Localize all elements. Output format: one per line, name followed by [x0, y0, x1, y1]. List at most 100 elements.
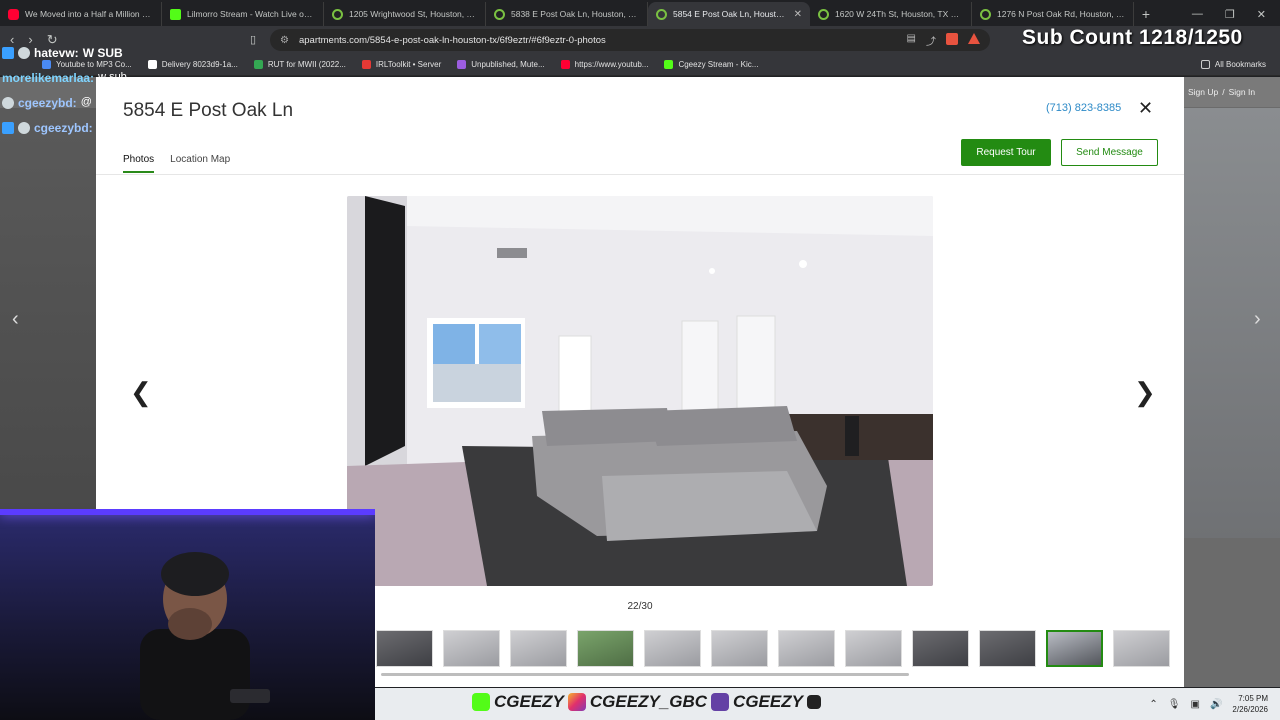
tab-photos[interactable]: Photos [123, 154, 155, 173]
system-tray: ⌃ 🎙 ▣ 🔊 7:05 PM 2/26/2026 [1149, 688, 1268, 720]
browser-tab-active[interactable]: 5854 E Post Oak Ln, Houston, TX ✕ [648, 2, 810, 26]
chat-message: cgeezybd: w [2, 117, 127, 138]
bookmark-favicon-icon [457, 60, 467, 69]
next-photo-icon[interactable]: ❯ [1134, 377, 1156, 408]
social-handle: CGEEZY [733, 692, 803, 711]
chat-username: cgeezybd: [18, 95, 77, 110]
close-tab-icon[interactable]: ✕ [794, 9, 802, 20]
photo-thumbnail[interactable] [979, 630, 1036, 667]
send-message-button[interactable]: Send Message [1061, 139, 1158, 166]
all-bookmarks[interactable]: All Bookmarks [1200, 60, 1280, 69]
chat-message: cgeezybd: @ [2, 92, 127, 113]
photo-thumbnail[interactable] [644, 630, 701, 667]
tab-title: We Moved into a Half a Million Dolla [25, 9, 153, 19]
previous-photo-icon[interactable]: ❮ [130, 377, 152, 408]
url-text: apartments.com/5854-e-post-oak-ln-housto… [298, 34, 606, 46]
chat-badge-icon [18, 46, 30, 59]
tab-title: 1205 Wrightwood St, Houston, TX 77 [349, 9, 477, 19]
rewards-icon[interactable] [968, 32, 980, 44]
listing-title: 5854 E Post Oak Ln [123, 100, 294, 121]
neon-light [0, 509, 375, 515]
photo-thumbnail-selected[interactable] [1046, 630, 1103, 667]
address-actions: ▤ ⤴ [907, 32, 980, 48]
drive-icon [253, 60, 263, 69]
instagram-icon [567, 693, 586, 711]
youtube-icon [8, 8, 19, 20]
photo-thumbnail[interactable] [577, 630, 634, 667]
sub-count-overlay: Sub Count 1218/1250 [1022, 26, 1243, 49]
social-handle: CGEEZY_GBC [589, 692, 708, 711]
photo-thumbnail[interactable] [510, 630, 567, 667]
bookmark-item[interactable]: RUT for MWII (2022... [253, 60, 346, 69]
chat-text: @ [80, 96, 92, 108]
clock-time: 7:05 PM [1238, 694, 1268, 703]
webcam-feed [0, 509, 375, 720]
close-icon[interactable]: ✕ [1138, 98, 1153, 119]
share-icon[interactable]: ⤴ [926, 33, 936, 48]
photo-thumbnail[interactable] [845, 630, 902, 667]
address-bar[interactable]: ⚙ apartments.com/5854-e-post-oak-ln-hous… [270, 29, 990, 51]
chat-username: morelikemarlaa: [2, 70, 95, 85]
bookmark-label: https://www.youtub... [574, 60, 649, 69]
bookmark-item[interactable]: IRLToolkit • Server [361, 60, 442, 69]
browser-tab[interactable]: Lilmorro Stream - Watch Live on Kick [162, 2, 324, 26]
separator: / [1222, 87, 1225, 97]
living-room-photo [347, 196, 933, 586]
microphone-icon[interactable]: 🎙 [1168, 699, 1181, 710]
chevron-up-icon[interactable]: ⌃ [1149, 699, 1157, 710]
sign-in-link[interactable]: Sign In [1229, 87, 1255, 97]
photo-thumbnail[interactable] [778, 630, 835, 667]
bookmark-item[interactable]: Cgeezy Stream - Kic... [664, 60, 758, 69]
bookmark-icon[interactable]: ▯ [250, 33, 256, 46]
tab-location-map[interactable]: Location Map [170, 154, 230, 173]
tab-title: 5854 E Post Oak Ln, Houston, TX [673, 9, 788, 19]
browser-tab-strip: We Moved into a Half a Million Dolla Lil… [0, 0, 1280, 26]
photo-thumbnail[interactable] [711, 630, 768, 667]
tab-title: 1276 N Post Oak Rd, Houston, TX 77 [997, 9, 1125, 19]
background-header: Sign Up / Sign In [1184, 77, 1280, 107]
reader-icon[interactable]: ▤ [907, 33, 916, 48]
bookmark-item[interactable]: Unpublished, Mute... [457, 60, 545, 69]
photo-thumbnail[interactable] [912, 630, 969, 667]
stream-chat-overlay: hatevw: W SUB morelikemarlaa: w sub cgee… [2, 42, 127, 142]
browser-tab[interactable]: 5838 E Post Oak Ln, Houston, TX 77 [486, 2, 648, 26]
network-icon[interactable]: ▣ [1191, 699, 1200, 710]
thumbnail-scrollbar[interactable] [381, 673, 909, 676]
all-bookmarks-label: All Bookmarks [1214, 60, 1266, 69]
browser-tab[interactable]: We Moved into a Half a Million Dolla [0, 2, 162, 26]
minimize-icon[interactable]: — [1192, 8, 1203, 20]
browser-tab[interactable]: 1276 N Post Oak Rd, Houston, TX 77 [972, 2, 1134, 26]
chat-message: hatevw: W SUB [2, 42, 127, 63]
phone-link[interactable]: (713) 823-8385 [1046, 102, 1121, 114]
maximize-icon[interactable]: ❐ [1225, 8, 1235, 21]
chat-username: cgeezybd: [34, 120, 93, 135]
bookmark-label: RUT for MWII (2022... [267, 60, 346, 69]
brave-shield-icon[interactable] [946, 32, 958, 45]
kick-icon [170, 8, 181, 20]
photo-counter: 22/30 [627, 601, 653, 612]
bookmarks-bar: Youtube to MP3 Co... Delivery 8023d9-1a.… [0, 54, 1280, 76]
chat-badge-icon [2, 121, 14, 134]
bookmark-label: IRLToolkit • Server [375, 60, 442, 69]
photo-thumbnail[interactable] [376, 630, 433, 667]
photo-thumbnail[interactable] [443, 630, 500, 667]
browser-tab[interactable]: 1620 W 24Th St, Houston, TX 77008 [810, 2, 972, 26]
bookmark-item[interactable]: https://www.youtub... [560, 60, 649, 69]
request-tour-button[interactable]: Request Tour [961, 139, 1051, 166]
background-next-icon: › [1254, 308, 1261, 330]
chat-text: W SUB [82, 45, 123, 60]
new-tab-button[interactable]: + [1134, 2, 1158, 26]
bookmark-item[interactable]: Delivery 8023d9-1a... [147, 60, 238, 69]
gallery-tabs: Photos Location Map [123, 154, 230, 173]
sign-up-link[interactable]: Sign Up [1188, 87, 1218, 97]
thumbnail-strip [376, 630, 1170, 667]
tab-title: 5838 E Post Oak Ln, Houston, TX 77 [511, 9, 639, 19]
apartments-icon [818, 8, 829, 20]
volume-icon[interactable]: 🔊 [1210, 699, 1222, 710]
close-window-icon[interactable]: ✕ [1257, 8, 1266, 21]
browser-tab[interactable]: 1205 Wrightwood St, Houston, TX 77 [324, 2, 486, 26]
site-info-icon[interactable]: ⚙ [280, 35, 289, 46]
clock[interactable]: 7:05 PM 2/26/2026 [1232, 693, 1268, 715]
photo-thumbnail[interactable] [1113, 630, 1170, 667]
background-photo-right [1184, 108, 1280, 538]
